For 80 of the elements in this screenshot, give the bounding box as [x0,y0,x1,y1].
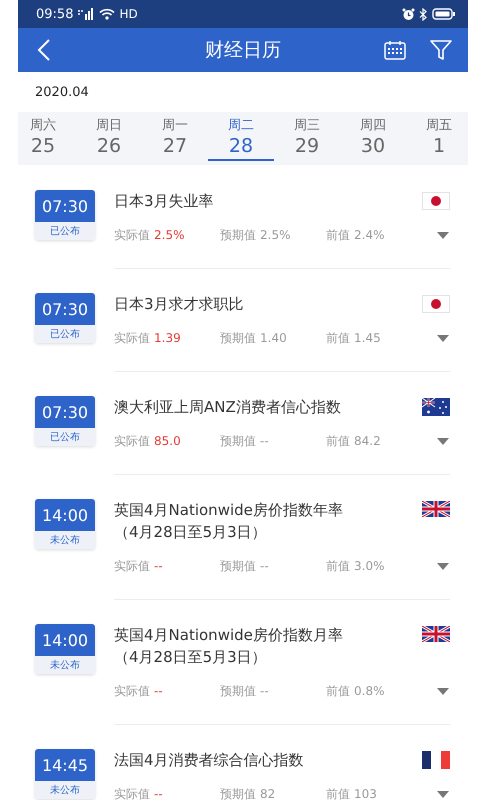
wifi-icon [99,8,116,20]
filter-icon [430,40,452,60]
flag-icon [422,295,450,313]
date-tab[interactable]: 周五 1 [406,112,468,161]
value-text: -- [260,434,269,448]
date-tab[interactable]: 周一 27 [142,112,208,161]
page-title: 财经日历 [204,38,282,63]
clock-time: 09:58 [36,6,74,22]
expand-button[interactable] [436,561,450,571]
value-label: 实际值 [114,330,150,346]
battery-icon [432,8,456,20]
value-label: 预期值 [220,786,256,800]
value-text: 0.8% [354,684,384,698]
value-text: 1.45 [354,331,381,345]
event-title: 日本3月求才求职比 [114,294,244,315]
value-text: 103 [354,787,377,800]
value-text: -- [154,559,163,573]
value-text: -- [154,684,163,698]
value-label: 前值 [326,786,350,800]
event-title: 英国4月Nationwide房价指数年率（4月28日至5月3日） [114,500,344,543]
value-label: 前值 [326,682,350,700]
flag-icon [422,398,450,416]
event-title: 法国4月消费者综合信心指数 [114,750,304,771]
month-label: 2020.04 [35,84,89,100]
value-text: 1.40 [260,331,287,345]
back-icon [37,39,51,61]
value-text: 3.0% [354,559,384,573]
value-label: 实际值 [114,558,150,574]
event-title: 澳大利亚上周ANZ消费者信心指数 [114,397,341,418]
expand-button[interactable] [436,333,450,343]
value-text: 85.0 [154,434,181,448]
event-title: 英国4月Nationwide房价指数月率（4月28日至5月3日） [114,625,344,668]
date-tab[interactable]: 周四 30 [340,112,406,161]
value-label: 预期值 [220,226,256,244]
value-text: -- [260,684,269,698]
value-label: 预期值 [220,432,256,450]
bluetooth-icon [419,8,428,20]
flag-icon [422,626,450,642]
signal-icon [77,8,96,20]
expand-button[interactable] [436,436,450,446]
flag-icon [422,192,450,210]
value-label: 前值 [326,330,350,346]
calendar-icon [384,40,406,60]
filter-button[interactable] [428,37,454,63]
value-text: 82 [260,787,276,800]
flag-icon [422,751,450,769]
date-tab[interactable]: 周二 28 [208,112,274,161]
value-text: 1.39 [154,331,181,345]
value-text: 2.5% [260,228,290,242]
caret-icon [437,688,449,694]
date-tab[interactable]: 周六 25 [18,112,76,161]
date-tab[interactable]: 周日 26 [76,112,142,161]
date-tab[interactable]: 周三 29 [274,112,340,161]
expand-button[interactable] [436,686,450,696]
caret-icon [437,438,449,444]
event-title: 日本3月失业率 [114,191,214,212]
alarm-icon [402,8,415,20]
value-label: 实际值 [114,786,150,800]
caret-icon [437,562,449,570]
value-text: 84.2 [354,434,381,448]
value-label: 前值 [326,432,350,450]
caret-icon [437,334,449,342]
value-label: 实际值 [114,226,150,244]
value-text: 2.5% [154,228,184,242]
value-label: 预期值 [220,330,256,346]
value-text: -- [260,559,269,573]
value-label: 实际值 [114,432,150,450]
expand-button[interactable] [436,230,450,240]
network-label: HD [119,7,138,21]
value-label: 预期值 [220,682,256,700]
value-text: -- [154,787,163,800]
value-label: 前值 [326,226,350,244]
expand-button[interactable] [436,789,450,799]
value-text: 2.4% [354,228,384,242]
caret-icon [437,232,449,238]
value-label: 预期值 [220,558,256,574]
caret-icon [437,790,449,798]
value-label: 实际值 [114,682,150,700]
flag-icon [422,501,450,517]
value-label: 前值 [326,558,350,574]
